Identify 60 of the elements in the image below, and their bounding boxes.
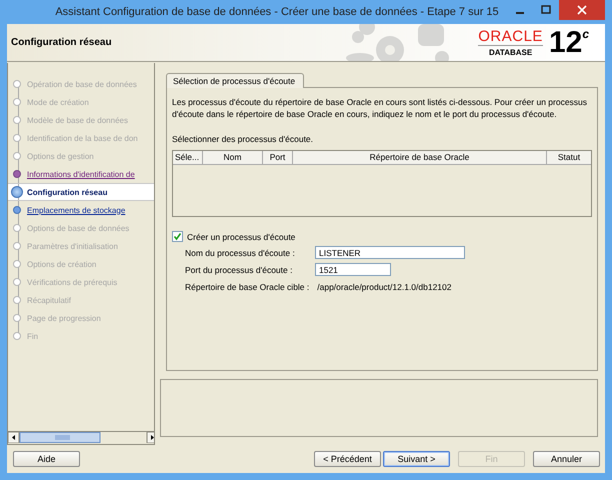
step-label: Récapitulatif [27,296,72,304]
field-label: Nom du processus d'écoute : [185,248,296,258]
description-text: Les processus d'écoute du répertoire de base Oracle en cours sont listés ci-dessous. Pour créer un processus d'écoute dans le répertoire de base Oracle en cours, indiquez le nom et le port du processus d'écoute. [172,96,588,120]
brand-logo: ORACLE [478,28,543,46]
step-marker-icon [13,80,21,88]
step-item[interactable]: Configuration réseau [8,183,154,201]
dialog-button[interactable]: Aide [13,451,80,467]
column-header[interactable]: Séle... [173,151,203,165]
target-home-path: /app/oracle/product/12.1.0/db12102 [317,282,452,292]
step-marker-icon [13,206,21,214]
step-marker-icon [13,260,21,268]
page-title: Configuration réseau [10,37,113,48]
checkbox-label: Créer un processus d'écoute [187,232,296,242]
step-marker-icon [13,152,21,160]
dialog-button[interactable]: Annuler [533,451,600,467]
step-label: Page de progression [27,314,101,322]
table-caption: Sélectionner des processus d'écoute. [172,134,314,144]
column-header[interactable]: Port [263,151,293,165]
column-header[interactable]: Répertoire de base Oracle [293,151,547,165]
step-label: Fin [27,332,38,340]
dialog-button[interactable]: Suivant > [383,451,450,467]
step-label: Informations d'identification de [27,170,135,178]
target-home-label: Répertoire de base Oracle cible : [185,282,310,292]
step-marker-icon [13,116,21,124]
close-icon[interactable] [559,0,605,20]
step-item[interactable]: Informations d'identification de [8,165,154,183]
step-marker-icon [13,170,21,178]
step-marker-icon [13,296,21,304]
dialog-button[interactable]: < Précédent [314,451,381,467]
step-marker-icon [13,332,21,340]
step-marker-icon [13,242,21,250]
step-label: Options de gestion [27,152,94,160]
column-header[interactable]: Statut [547,151,591,165]
step-marker-icon [13,314,21,322]
tab[interactable]: Sélection de processus d'écoute [166,73,304,88]
step-marker-icon [13,134,21,142]
checkbox[interactable] [172,231,183,242]
version-logo: 12$^{c}$ [548,28,589,58]
step-label: Configuration réseau [27,188,108,196]
step-marker-icon [13,224,21,232]
step-label: Options de création [27,260,96,268]
step-label: Opération de base de données [27,80,137,88]
step-label: Identification de la base de don [27,134,138,142]
step-label: Vérifications de prérequis [27,278,118,286]
step-label: Emplacements de stockage [27,206,126,214]
step-label: Mode de création [27,98,89,106]
column-header[interactable]: Nom [203,151,263,165]
window-title: Assistant Configuration de base de données - Créer une base de données - Etape 7 sur 15 [54,6,500,18]
step-label: Options de base de données [27,224,130,232]
step-label: Modèle de base de données [27,116,128,124]
step-marker-icon [11,186,23,198]
step-marker-icon [13,98,21,106]
product-name: DATABASE [488,48,532,56]
step-item[interactable]: Emplacements de stockage [8,201,154,219]
field-label: Port du processus d'écoute : [185,264,294,274]
step-marker-icon [13,278,21,286]
input-field[interactable]: 1521 [315,263,391,276]
horizontal-scrollbar[interactable] [8,431,154,443]
step-label: Paramètres d'initialisation [27,242,118,250]
input-field[interactable]: LISTENER [315,246,465,259]
